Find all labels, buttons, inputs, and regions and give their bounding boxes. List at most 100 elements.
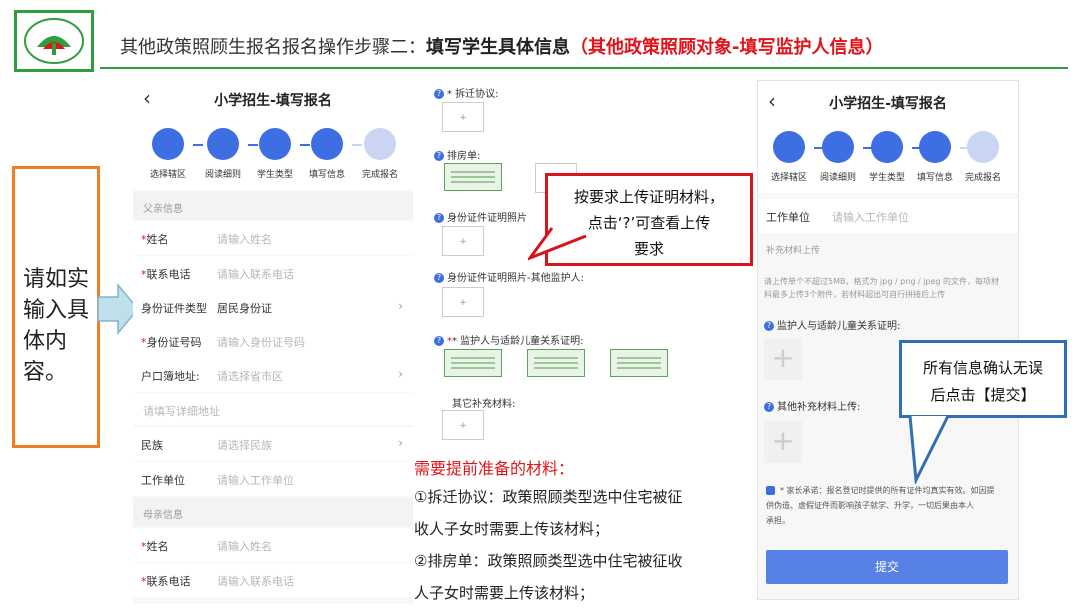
upload-label-other-materials: ? 其他补充材料上传: (764, 398, 860, 413)
form-icon (311, 128, 343, 160)
upload-label-id-photo-other-guardian: ? 身份证件证明照片-其他监护人: (434, 269, 584, 284)
step-label: 学生类型 (256, 170, 293, 180)
step-fill-info: 填写信息 (910, 131, 960, 183)
location-pin-icon (152, 128, 184, 160)
callout-pointer-icon (908, 415, 950, 484)
chevron-right-icon: › (398, 299, 403, 313)
upload-guardian-relation[interactable]: + (764, 338, 802, 380)
requirements-title: 需要提前准备的材料： (414, 459, 575, 478)
upload-other-materials[interactable]: + (764, 421, 802, 463)
chevron-right-icon: › (398, 367, 403, 381)
help-icon[interactable]: ? (434, 151, 444, 161)
step-label: 完成报名 (964, 173, 1001, 183)
upload-label-id-photo: ? 身份证件证明照片 (434, 209, 527, 224)
user-icon (871, 131, 903, 163)
field-father-ethnicity[interactable]: 民族 请选择民族 › (133, 427, 413, 461)
step-label: 学生类型 (868, 173, 905, 183)
parent-promise-text: * 家长承诺：报名登记时提供的所有证件均真实有效。如因提 (780, 486, 995, 495)
step-student-type: 学生类型 (862, 131, 912, 183)
help-icon[interactable]: ? (434, 273, 444, 283)
requirement-line: ①拆迁协议：政策照顾类型选中住宅被征 (414, 488, 683, 506)
check-circle-icon (967, 131, 999, 163)
progress-steps: 选择辖区 阅读细则 学生类型 填写信息 完成报名 (133, 120, 413, 190)
field-placeholder: 请输入身份证号码 (217, 336, 305, 349)
upload-label-relocation-agreement: ? * 拆迁协议: (434, 85, 499, 100)
form-icon (919, 131, 951, 163)
field-label: *姓名 (141, 233, 169, 246)
requirement-line: 收人子女时需要上传该材料； (414, 520, 610, 538)
field-label: *姓名 (141, 540, 169, 553)
field-father-name[interactable]: *姓名 请输入姓名 (133, 221, 413, 255)
upload-id-photo-other-guardian[interactable]: + (442, 287, 484, 317)
uploaded-image-thumbnail[interactable] (527, 349, 585, 377)
help-icon[interactable]: ? (764, 321, 774, 331)
field-placeholder: 请输入姓名 (217, 540, 272, 553)
section-father-info: 父亲信息 (133, 192, 413, 220)
field-label: *联系电话 (141, 268, 191, 281)
upload-tip: 请上传单个不超过5MB，格式为 jpg / png / jpeg 的文件，每项材 (764, 277, 1000, 286)
field-mother-name[interactable]: *姓名 请输入姓名 (133, 528, 413, 562)
uploaded-image-thumbnail[interactable] (610, 349, 668, 377)
upload-id-photo[interactable]: + (442, 226, 484, 256)
upload-tip: 料最多上传3个附件，若材料超出可自行拼接后上传 (764, 290, 946, 299)
step-read-rules: 阅读细则 (813, 131, 863, 183)
field-father-household-address[interactable]: 户口簿地址: 请选择省市区 › (133, 358, 413, 392)
section-title: 母亲信息 (143, 510, 183, 521)
document-icon (207, 128, 239, 160)
help-icon[interactable]: ? (764, 402, 774, 412)
requirement-line: 人子女时需要上传该材料； (414, 584, 595, 602)
upload-label-housing-list: ? 排房单: (434, 147, 480, 162)
step-select-district: 选择辖区 (764, 131, 814, 183)
field-father-id-type[interactable]: 身份证件类型 居民身份证 › (133, 290, 413, 324)
location-pin-icon (773, 131, 805, 163)
section-title: 补充材料上传 (766, 246, 821, 256)
upload-label-guardian-relation: ? ** 监护人与适龄儿童关系证明: (434, 332, 584, 347)
step-label: 选择辖区 (770, 173, 807, 183)
field-placeholder: 请输入工作单位 (217, 474, 294, 487)
upload-relocation-agreement[interactable]: + (442, 102, 484, 132)
nav-bar: ‹ 小学招生-填写报名 (133, 78, 413, 120)
callout-pointer-icon (528, 227, 587, 261)
field-label: *联系电话 (141, 575, 191, 588)
callout-text: 按要求上传证明材料， (573, 188, 724, 206)
callout-text: 后点击【提交】 (930, 386, 1036, 404)
chevron-right-icon: › (398, 436, 403, 450)
uploaded-image-thumbnail[interactable] (444, 349, 502, 377)
step-label: 填写信息 (916, 173, 953, 183)
field-placeholder: 请填写详细地址 (143, 405, 220, 418)
step-label: 阅读细则 (204, 170, 241, 180)
callout-submit-hint: 所有信息确认无误 后点击【提交】 (899, 340, 1067, 418)
title-highlight: （其他政策照顾对象-填写监护人信息） (570, 37, 884, 58)
field-placeholder: 请选择省市区 (217, 370, 283, 383)
field-label: 户口簿地址: (141, 370, 200, 383)
help-icon[interactable]: ? (434, 336, 444, 346)
help-icon[interactable]: ? (434, 89, 444, 99)
field-father-phone[interactable]: *联系电话 请输入联系电话 (133, 256, 413, 290)
document-icon (822, 131, 854, 163)
help-icon[interactable]: ? (434, 213, 444, 223)
header-divider (100, 67, 1068, 69)
field-placeholder: 请选择民族 (217, 439, 272, 452)
school-logo (14, 10, 94, 72)
field-mother-phone[interactable]: *联系电话 请输入联系电话 (133, 563, 413, 597)
field-placeholder: 请输入联系电话 (217, 268, 294, 281)
field-detail-address[interactable]: 请填写详细地址 (133, 393, 413, 425)
field-father-id-number[interactable]: *身份证号码 请输入身份证号码 (133, 324, 413, 358)
uploaded-image-thumbnail[interactable] (444, 163, 502, 191)
callout-text: 所有信息确认无误 (922, 359, 1043, 377)
field-label: 身份证件类型 (141, 302, 207, 315)
instruction-note: 请如实输入具体内容。 (12, 166, 100, 448)
title-bold: 填写学生具体信息 (426, 37, 570, 58)
field-father-workplace[interactable]: 工作单位 请输入工作单位 (133, 462, 413, 496)
field-workplace[interactable]: 工作单位 请输入工作单位 (758, 199, 1018, 233)
submit-button[interactable]: 提交 (766, 550, 1008, 584)
requirement-line: ②排房单：政策照顾类型选中住宅被征收 (414, 552, 683, 570)
promise-checkbox[interactable] (766, 486, 775, 495)
upload-label-guardian-relation: ? 监护人与适龄儿童关系证明: (764, 317, 900, 332)
instruction-note-text: 请如实输入具体内容。 (23, 267, 90, 385)
section-title: 父亲信息 (143, 204, 183, 215)
step-complete: 完成报名 (355, 128, 405, 180)
parent-promise-text: 承担。 (766, 516, 790, 525)
upload-other-materials[interactable]: + (442, 410, 484, 440)
field-placeholder: 请输入工作单位 (832, 211, 909, 224)
